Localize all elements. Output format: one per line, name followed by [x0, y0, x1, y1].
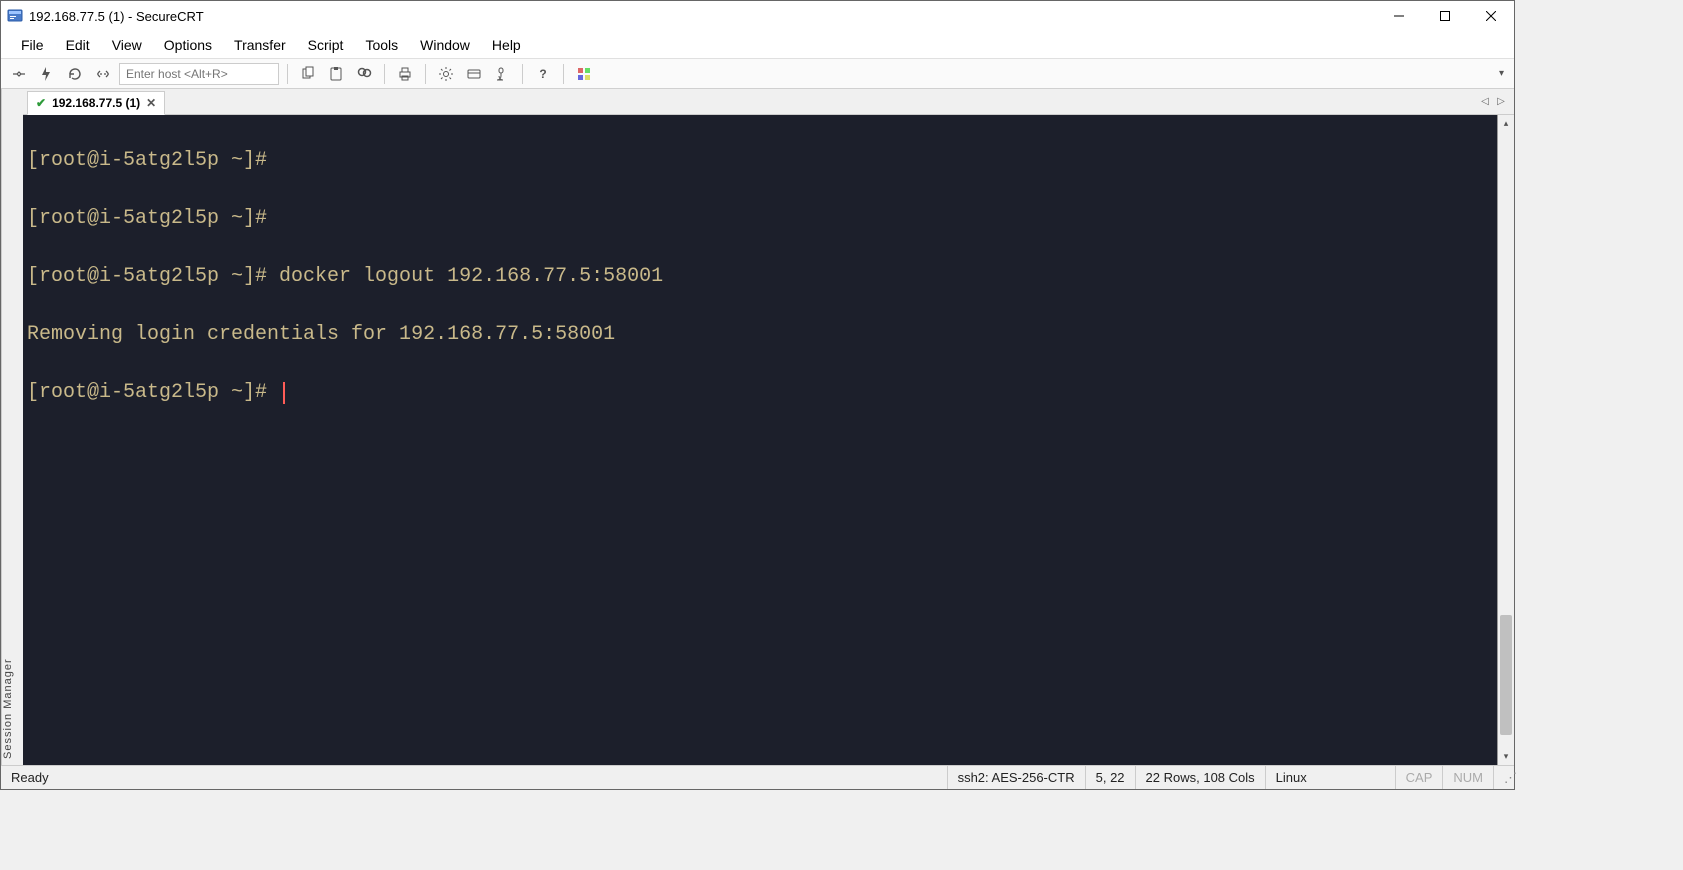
toolbar-separator	[384, 64, 385, 84]
maximize-button[interactable]	[1422, 1, 1468, 31]
app-window: 192.168.77.5 (1) - SecureCRT File Edit V…	[0, 0, 1515, 790]
menu-options[interactable]: Options	[154, 33, 222, 57]
titlebar: 192.168.77.5 (1) - SecureCRT	[1, 1, 1514, 31]
menu-transfer[interactable]: Transfer	[224, 33, 296, 57]
copy-icon[interactable]	[296, 62, 320, 86]
color-scheme-icon[interactable]	[572, 62, 596, 86]
statusbar: Ready ssh2: AES-256-CTR 5, 22 22 Rows, 1…	[1, 765, 1514, 789]
main-area: Session Manager ✔ 192.168.77.5 (1) ✕ ◁ ▷…	[1, 89, 1514, 765]
terminal[interactable]: [root@i-5atg2l5p ~]# [root@i-5atg2l5p ~]…	[23, 115, 1497, 765]
session-manager-tab[interactable]: Session Manager	[1, 89, 23, 765]
cursor-icon	[283, 382, 285, 404]
tabbar: ✔ 192.168.77.5 (1) ✕ ◁ ▷	[23, 89, 1514, 115]
status-cap: CAP	[1395, 766, 1443, 789]
menu-file[interactable]: File	[11, 33, 54, 57]
quick-connect-icon[interactable]	[35, 62, 59, 86]
status-ready: Ready	[1, 766, 59, 789]
menu-script[interactable]: Script	[298, 33, 354, 57]
tab-next-icon[interactable]: ▷	[1494, 95, 1508, 109]
reconnect-icon[interactable]	[63, 62, 87, 86]
app-icon	[7, 8, 23, 24]
terminal-line: Removing login credentials for 192.168.7…	[27, 320, 1493, 349]
connect-icon[interactable]	[7, 62, 31, 86]
settings-icon[interactable]	[434, 62, 458, 86]
resize-grip-icon[interactable]: ⋰	[1493, 766, 1514, 789]
terminal-line: [root@i-5atg2l5p ~]#	[27, 146, 1493, 175]
menu-window[interactable]: Window	[410, 33, 480, 57]
toolbar-separator	[522, 64, 523, 84]
status-dims: 22 Rows, 108 Cols	[1135, 766, 1265, 789]
toolbar-separator	[287, 64, 288, 84]
menu-view[interactable]: View	[102, 33, 152, 57]
find-icon[interactable]	[352, 62, 376, 86]
content-column: ✔ 192.168.77.5 (1) ✕ ◁ ▷ [root@i-5atg2l5…	[23, 89, 1514, 765]
status-num: NUM	[1442, 766, 1493, 789]
menu-help[interactable]: Help	[482, 33, 531, 57]
status-os: Linux	[1265, 766, 1395, 789]
keymap-icon[interactable]	[490, 62, 514, 86]
tab-close-icon[interactable]: ✕	[146, 96, 156, 110]
paste-icon[interactable]	[324, 62, 348, 86]
terminal-line: [root@i-5atg2l5p ~]#	[27, 378, 1493, 407]
tab-prev-icon[interactable]: ◁	[1478, 95, 1492, 109]
session-tab[interactable]: ✔ 192.168.77.5 (1) ✕	[27, 91, 165, 115]
session-options-icon[interactable]	[462, 62, 486, 86]
status-cursor: 5, 22	[1085, 766, 1135, 789]
toolbar-separator	[563, 64, 564, 84]
menu-tools[interactable]: Tools	[355, 33, 408, 57]
terminal-line: [root@i-5atg2l5p ~]# docker logout 192.1…	[27, 262, 1493, 291]
help-icon[interactable]: ?	[531, 62, 555, 86]
status-cipher: ssh2: AES-256-CTR	[947, 766, 1085, 789]
scroll-thumb[interactable]	[1500, 615, 1512, 735]
window-title: 192.168.77.5 (1) - SecureCRT	[29, 9, 204, 24]
tab-label: 192.168.77.5 (1)	[52, 96, 140, 110]
print-icon[interactable]	[393, 62, 417, 86]
host-input[interactable]	[119, 63, 279, 85]
menubar: File Edit View Options Transfer Script T…	[1, 31, 1514, 59]
toolbar-separator	[425, 64, 426, 84]
toolbar: ? ▾	[1, 59, 1514, 89]
scroll-up-icon[interactable]: ▴	[1498, 115, 1514, 132]
toolbar-overflow-icon[interactable]: ▾	[1499, 68, 1508, 79]
menu-edit[interactable]: Edit	[56, 33, 100, 57]
close-button[interactable]	[1468, 1, 1514, 31]
svg-text:?: ?	[539, 67, 546, 81]
scroll-down-icon[interactable]: ▾	[1498, 748, 1514, 765]
disconnect-icon[interactable]	[91, 62, 115, 86]
minimize-button[interactable]	[1376, 1, 1422, 31]
terminal-scrollbar[interactable]: ▴ ▾	[1497, 115, 1514, 765]
terminal-line: [root@i-5atg2l5p ~]#	[27, 204, 1493, 233]
connected-check-icon: ✔	[36, 96, 46, 110]
terminal-wrap: [root@i-5atg2l5p ~]# [root@i-5atg2l5p ~]…	[23, 115, 1514, 765]
